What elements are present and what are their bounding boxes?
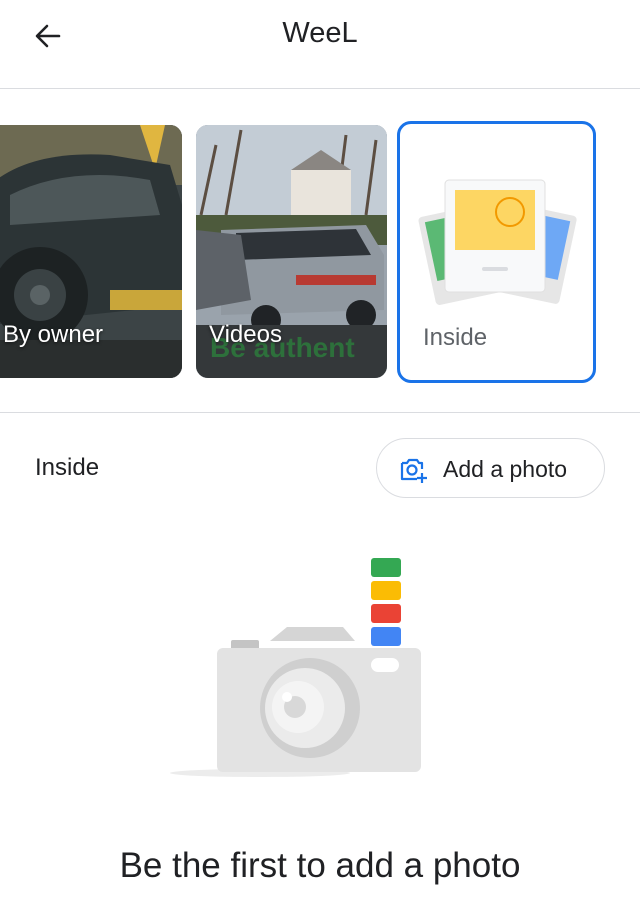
tile-label: By owner: [3, 321, 104, 348]
section-title: Inside: [35, 454, 100, 481]
header-divider: [0, 88, 640, 89]
add-photo-icon: [400, 458, 427, 483]
add-photo-label: Add a photo: [443, 456, 568, 482]
tile-label: Videos: [209, 321, 282, 348]
category-tile-videos[interactable]: Be authent Videos: [196, 125, 387, 378]
section-divider: [0, 412, 640, 413]
tile-label: Inside: [423, 324, 488, 351]
category-tile-by-owner[interactable]: By owner: [0, 125, 182, 378]
category-tile-inside[interactable]: Inside: [397, 121, 596, 383]
add-photo-button[interactable]: Add a photo: [376, 438, 605, 498]
camera-illustration: [170, 558, 421, 777]
page-title: WeeL: [282, 17, 358, 49]
empty-state-message: Be the first to add a photo: [119, 846, 521, 885]
app-header: WeeL: [0, 0, 640, 88]
